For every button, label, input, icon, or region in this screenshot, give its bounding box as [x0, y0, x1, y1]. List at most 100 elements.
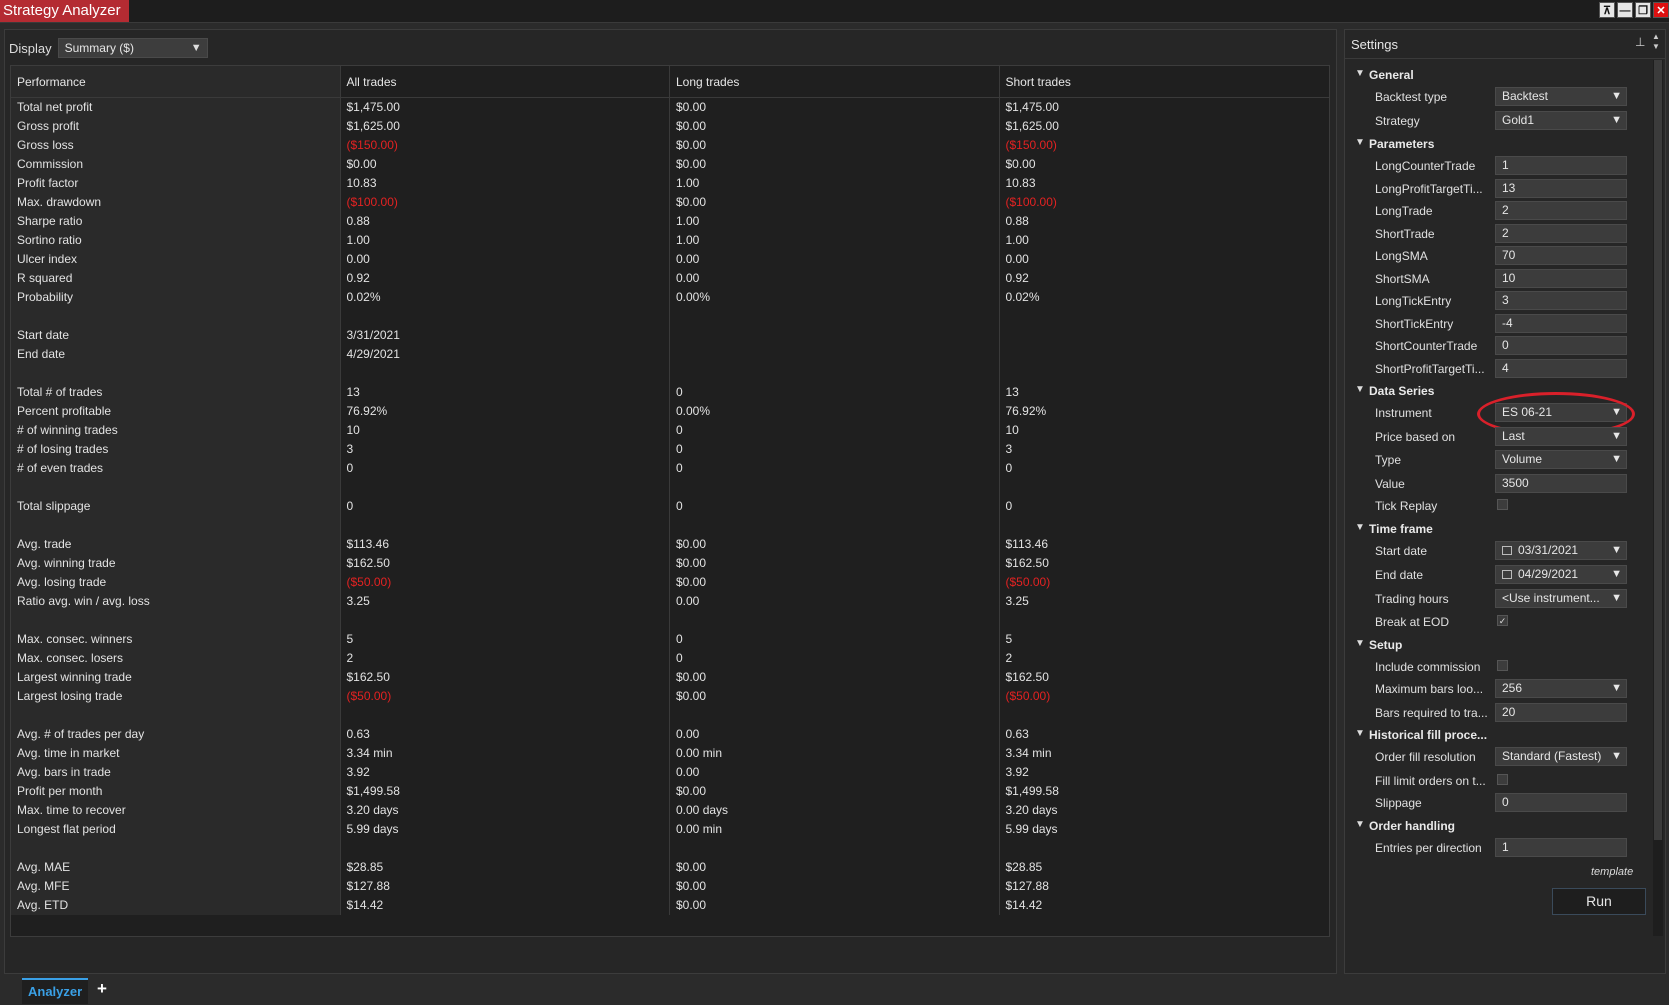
settings-category[interactable]: ▼ Setup [1345, 638, 1651, 654]
pin-icon[interactable]: ⊥ [1635, 35, 1645, 49]
column-header-long-trades[interactable]: Long trades [670, 66, 1000, 97]
column-header-all-trades[interactable]: All trades [341, 66, 670, 97]
table-row[interactable]: Max. drawdown ($100.00) $0.00 ($100.00) [11, 193, 1329, 212]
table-row[interactable]: Largest winning trade $162.50 $0.00 $162.50 [11, 668, 1329, 687]
table-row[interactable]: Percent profitable 76.92% 0.00% 76.92% [11, 402, 1329, 421]
collapse-icon[interactable]: ▼ [1355, 728, 1365, 739]
checkbox[interactable] [1497, 659, 1508, 671]
table-row[interactable]: End date 4/29/2021 [11, 345, 1329, 364]
column-header-performance[interactable]: Performance [11, 66, 341, 97]
property-dropdown[interactable]: Volume ▼ [1495, 450, 1627, 469]
table-row[interactable]: # of even trades 0 0 0 [11, 459, 1329, 478]
collapse-icon[interactable]: ▼ [1355, 68, 1365, 79]
property-input[interactable]: 1 [1495, 156, 1627, 175]
property-input[interactable]: 70 [1495, 246, 1627, 265]
table-row[interactable]: Ulcer index 0.00 0.00 0.00 [11, 250, 1329, 269]
property-input[interactable]: -4 [1495, 313, 1627, 333]
close-icon[interactable]: ✕ [1653, 2, 1669, 18]
table-row[interactable]: Sortino ratio 1.00 1.00 1.00 [11, 231, 1329, 250]
property-input[interactable]: 13 [1495, 178, 1627, 198]
table-row[interactable]: Total slippage 0 0 0 [11, 497, 1329, 516]
table-row[interactable]: Max. time to recover 3.20 days 0.00 days 3.… [11, 801, 1329, 820]
settings-category[interactable]: ▼ Time frame [1345, 522, 1651, 538]
table-row[interactable] [11, 611, 1329, 630]
property-input[interactable]: 0 [1495, 793, 1627, 812]
checkbox[interactable]: ✓ [1497, 615, 1508, 626]
add-tab-icon[interactable]: + [97, 979, 107, 999]
table-row[interactable]: Avg. ETD $14.42 $0.00 $14.42 [11, 896, 1329, 915]
table-row[interactable]: Avg. bars in trade 3.92 0.00 3.92 [11, 763, 1329, 782]
table-row[interactable]: Total # of trades 13 0 13 [11, 383, 1329, 402]
collapse-icon[interactable]: ▼ [1355, 137, 1365, 148]
table-row[interactable]: Avg. MAE $28.85 $0.00 $28.85 [11, 858, 1329, 877]
collapse-icon[interactable]: ▼ [1355, 819, 1365, 830]
table-row[interactable]: Start date 3/31/2021 [11, 326, 1329, 345]
table-row[interactable]: Avg. winning trade $162.50 $0.00 $162.50 [11, 554, 1329, 573]
property-dropdown[interactable]: 256 ▼ [1495, 679, 1627, 698]
collapse-icon[interactable]: ▼ [1355, 384, 1365, 395]
table-row[interactable] [11, 364, 1329, 383]
table-row[interactable]: R squared 0.92 0.00 0.92 [11, 269, 1329, 288]
scroll-arrows-icon[interactable]: ▲ ▼ [1652, 32, 1660, 52]
table-row[interactable] [11, 706, 1329, 725]
table-row[interactable]: Profit factor 10.83 1.00 10.83 [11, 174, 1329, 193]
table-row[interactable]: Commission $0.00 $0.00 $0.00 [11, 155, 1329, 174]
property-input[interactable]: 3 [1495, 291, 1627, 310]
column-header-short-trades[interactable]: Short trades [1000, 66, 1330, 97]
table-row[interactable] [11, 516, 1329, 535]
property-input[interactable]: 2 [1495, 223, 1627, 243]
restore-icon[interactable]: ❐ [1635, 2, 1651, 18]
table-row[interactable]: Sharpe ratio 0.88 1.00 0.88 [11, 212, 1329, 231]
property-input[interactable]: 10 [1495, 268, 1627, 288]
collapse-icon[interactable]: ▼ [1355, 638, 1365, 649]
run-button[interactable]: Run [1552, 888, 1646, 915]
pin-window-icon[interactable]: ⊼ [1599, 2, 1615, 18]
table-row[interactable]: Probability 0.02% 0.00% 0.02% [11, 288, 1329, 307]
table-row[interactable]: # of winning trades 10 0 10 [11, 421, 1329, 440]
collapse-icon[interactable]: ▼ [1355, 522, 1365, 533]
table-row[interactable]: Avg. trade $113.46 $0.00 $113.46 [11, 535, 1329, 554]
property-dropdown[interactable]: Gold1 ▼ [1495, 110, 1627, 130]
table-row[interactable]: Longest flat period 5.99 days 0.00 min 5.99… [11, 820, 1329, 839]
settings-category[interactable]: ▼ Historical fill proce... [1345, 728, 1651, 744]
table-row[interactable]: Avg. # of trades per day 0.63 0.00 0.63 [11, 725, 1329, 744]
table-row[interactable]: Avg. time in market 3.34 min 0.00 min 3.34 … [11, 744, 1329, 763]
date-picker[interactable]: 03/31/2021 ▼ [1495, 540, 1627, 560]
table-row[interactable]: Max. consec. losers 2 0 2 [11, 649, 1329, 668]
checkbox[interactable] [1497, 499, 1508, 510]
minimize-icon[interactable]: — [1617, 2, 1633, 18]
property-dropdown[interactable]: Last ▼ [1495, 426, 1627, 446]
property-input[interactable]: 1 [1495, 837, 1627, 857]
scrollbar-thumb[interactable] [1654, 60, 1662, 840]
table-row[interactable]: Max. consec. winners 5 0 5 [11, 630, 1329, 649]
settings-scrollbar[interactable] [1653, 60, 1663, 936]
template-link[interactable]: template [1591, 866, 1633, 878]
table-row[interactable]: Gross loss ($150.00) $0.00 ($150.00) [11, 136, 1329, 155]
table-row[interactable]: Avg. losing trade ($50.00) $0.00 ($50.00) [11, 573, 1329, 592]
property-input[interactable]: 20 [1495, 702, 1627, 722]
property-dropdown[interactable]: Standard (Fastest) ▼ [1495, 747, 1627, 766]
table-row[interactable]: Avg. MFE $127.88 $0.00 $127.88 [11, 877, 1329, 896]
settings-category[interactable]: ▼ General [1345, 68, 1651, 84]
property-dropdown[interactable]: Backtest ▼ [1495, 87, 1627, 106]
table-row[interactable] [11, 478, 1329, 497]
table-row[interactable]: Ratio avg. win / avg. loss 3.25 0.00 3.25 [11, 592, 1329, 611]
settings-category[interactable]: ▼ Order handling [1345, 819, 1651, 835]
property-input[interactable]: 3500 [1495, 473, 1627, 493]
checkbox[interactable] [1497, 773, 1508, 785]
display-dropdown[interactable]: Summary ($) ▼ [57, 38, 208, 58]
table-row[interactable]: Largest losing trade ($50.00) $0.00 ($50.00… [11, 687, 1329, 706]
property-dropdown[interactable]: <Use instrument... ▼ [1495, 588, 1627, 608]
table-row[interactable]: Profit per month $1,499.58 $0.00 $1,499.58 [11, 782, 1329, 801]
table-row[interactable]: # of losing trades 3 0 3 [11, 440, 1329, 459]
table-row[interactable] [11, 839, 1329, 858]
property-input[interactable]: 2 [1495, 201, 1627, 220]
tab-analyzer[interactable]: Analyzer [22, 978, 89, 1004]
property-input[interactable]: 4 [1495, 358, 1627, 378]
date-picker[interactable]: 04/29/2021 ▼ [1495, 564, 1627, 584]
property-input[interactable]: 0 [1495, 336, 1627, 355]
settings-category[interactable]: ▼ Parameters [1345, 137, 1651, 153]
table-row[interactable] [11, 307, 1329, 326]
table-row[interactable]: Gross profit $1,625.00 $0.00 $1,625.00 [11, 117, 1329, 136]
table-row[interactable]: Total net profit $1,475.00 $0.00 $1,475.00 [11, 98, 1329, 117]
